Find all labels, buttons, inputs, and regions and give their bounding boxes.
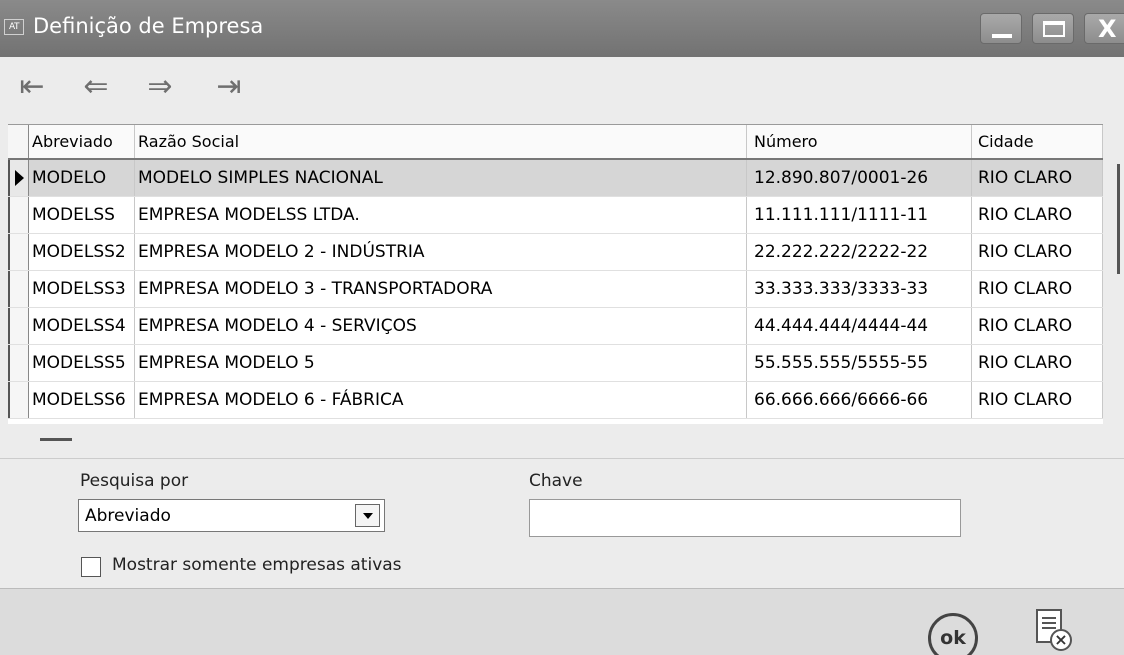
first-record-icon[interactable]: ⇤ (8, 67, 56, 107)
cell-abreviado[interactable]: MODELSS2 (29, 234, 135, 270)
minimize-button[interactable] (980, 13, 1022, 44)
cell-razao-social[interactable]: EMPRESA MODELO 5 (135, 345, 747, 381)
cancel-button[interactable]: × (1030, 609, 1074, 653)
cell-numero[interactable]: 66.666.666/6666-66 (747, 382, 972, 418)
cell-abreviado[interactable]: MODELSS5 (29, 345, 135, 381)
cell-cidade[interactable]: RIO CLARO (972, 197, 1103, 233)
active-only-checkbox[interactable] (81, 557, 101, 577)
cell-razao-social[interactable]: EMPRESA MODELO 3 - TRANSPORTADORA (135, 271, 747, 307)
cell-razao-social[interactable]: EMPRESA MODELSS LTDA. (135, 197, 747, 233)
cell-razao-social[interactable]: MODELO SIMPLES NACIONAL (135, 160, 747, 196)
header-indicator (8, 125, 29, 158)
row-indicator[interactable] (8, 382, 29, 418)
column-header-abreviado[interactable]: Abreviado (29, 125, 135, 158)
table-row[interactable]: MODELSS2 EMPRESA MODELO 2 - INDÚSTRIA 22.2… (8, 234, 1103, 271)
search-by-value: Abreviado (85, 506, 171, 526)
row-pointer-icon (15, 170, 24, 186)
window-title-bar: AT Definição de Empresa X (0, 0, 1124, 57)
cell-cidade[interactable]: RIO CLARO (972, 308, 1103, 344)
cell-numero[interactable]: 33.333.333/3333-33 (747, 271, 972, 307)
last-record-icon[interactable]: ⇥ (205, 67, 253, 107)
horizontal-scroll-thumb[interactable] (40, 438, 72, 441)
app-icon: AT (4, 19, 24, 35)
table-row[interactable]: MODELO MODELO SIMPLES NACIONAL 12.890.807/… (8, 160, 1103, 197)
cell-numero[interactable]: 44.444.444/4444-44 (747, 308, 972, 344)
previous-record-icon[interactable]: ⇐ (72, 67, 120, 107)
cancel-x-icon: × (1050, 629, 1072, 651)
minimize-icon (992, 34, 1012, 38)
cell-razao-social[interactable]: EMPRESA MODELO 2 - INDÚSTRIA (135, 234, 747, 270)
cell-numero[interactable]: 12.890.807/0001-26 (747, 160, 972, 196)
maximize-button[interactable] (1032, 13, 1074, 44)
row-indicator[interactable] (8, 234, 29, 270)
cell-razao-social[interactable]: EMPRESA MODELO 4 - SERVIÇOS (135, 308, 747, 344)
table-row[interactable]: MODELSS6 EMPRESA MODELO 6 - FÁBRICA 66.666… (8, 382, 1103, 419)
chevron-down-icon[interactable] (355, 504, 380, 527)
cell-abreviado[interactable]: MODELO (29, 160, 135, 196)
row-indicator[interactable] (8, 308, 29, 344)
cell-abreviado[interactable]: MODELSS (29, 197, 135, 233)
cell-cidade[interactable]: RIO CLARO (972, 382, 1103, 418)
active-only-label[interactable]: Mostrar somente empresas ativas (112, 555, 402, 575)
column-header-cidade[interactable]: Cidade (972, 125, 1103, 158)
vertical-scroll-thumb[interactable] (1117, 164, 1120, 274)
company-grid[interactable]: Abreviado Razão Social Número Cidade MOD… (8, 124, 1103, 424)
cell-razao-social[interactable]: EMPRESA MODELO 6 - FÁBRICA (135, 382, 747, 418)
grid-header: Abreviado Razão Social Número Cidade (8, 125, 1103, 160)
search-by-select[interactable]: Abreviado (78, 499, 385, 532)
table-row[interactable]: MODELSS3 EMPRESA MODELO 3 - TRANSPORTADOR… (8, 271, 1103, 308)
cell-abreviado[interactable]: MODELSS6 (29, 382, 135, 418)
ok-button[interactable]: ok (925, 611, 981, 655)
row-indicator[interactable] (8, 197, 29, 233)
cell-numero[interactable]: 11.111.111/1111-11 (747, 197, 972, 233)
row-indicator[interactable] (8, 160, 29, 196)
search-panel: Pesquisa por Abreviado Chave Mostrar som… (0, 458, 1124, 588)
footer-bar: ok × (0, 588, 1124, 655)
navigation-toolbar: ⇤ ⇐ ⇒ ⇥ (0, 57, 1124, 121)
key-input[interactable] (529, 499, 961, 537)
ok-icon: ok (928, 613, 978, 655)
vertical-scrollbar[interactable] (1112, 158, 1122, 416)
search-by-label: Pesquisa por (80, 471, 189, 491)
column-header-razao-social[interactable]: Razão Social (135, 125, 747, 158)
row-indicator[interactable] (8, 271, 29, 307)
maximize-icon (1043, 21, 1065, 37)
window-title: Definição de Empresa (33, 14, 264, 38)
cell-numero[interactable]: 22.222.222/2222-22 (747, 234, 972, 270)
next-record-icon[interactable]: ⇒ (136, 67, 184, 107)
table-row[interactable]: MODELSS EMPRESA MODELSS LTDA. 11.111.111/1… (8, 197, 1103, 234)
cell-abreviado[interactable]: MODELSS3 (29, 271, 135, 307)
cell-cidade[interactable]: RIO CLARO (972, 234, 1103, 270)
close-button[interactable]: X (1084, 13, 1124, 44)
cell-cidade[interactable]: RIO CLARO (972, 345, 1103, 381)
table-row[interactable]: MODELSS5 EMPRESA MODELO 5 55.555.555/5555-… (8, 345, 1103, 382)
key-label: Chave (529, 471, 583, 491)
table-row[interactable]: MODELSS4 EMPRESA MODELO 4 - SERVIÇOS 44.44… (8, 308, 1103, 345)
close-icon: X (1098, 15, 1117, 43)
cell-cidade[interactable]: RIO CLARO (972, 160, 1103, 196)
cell-abreviado[interactable]: MODELSS4 (29, 308, 135, 344)
column-header-numero[interactable]: Número (747, 125, 972, 158)
cell-numero[interactable]: 55.555.555/5555-55 (747, 345, 972, 381)
row-indicator[interactable] (8, 345, 29, 381)
cell-cidade[interactable]: RIO CLARO (972, 271, 1103, 307)
